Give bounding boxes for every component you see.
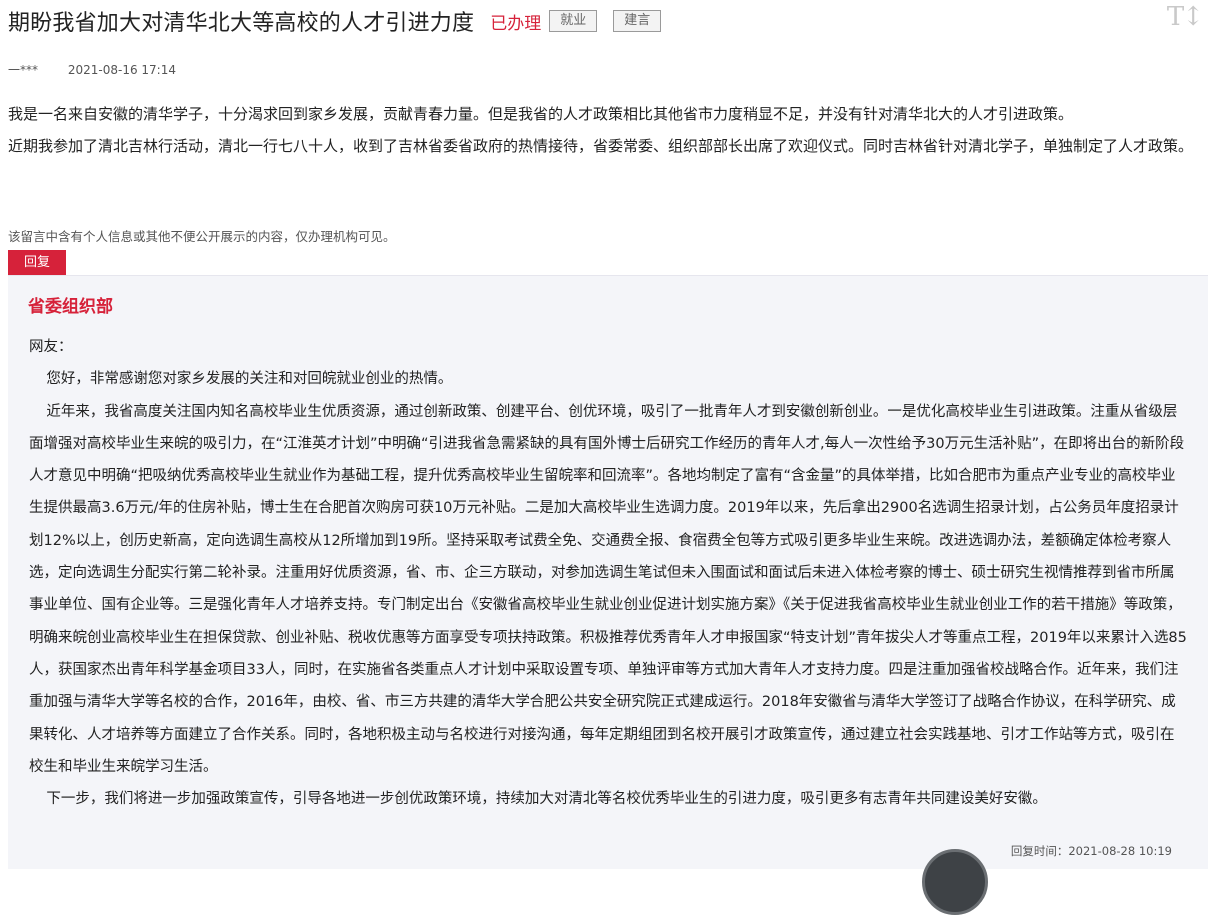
reply-time: 回复时间：2021-08-28 10:19 (1010, 844, 1172, 858)
tag-suggestion[interactable]: 建言 (613, 10, 662, 32)
reply-paragraph: 您好，非常感谢您对家乡发展的关注和对回皖就业创业的热情。 (46, 371, 453, 388)
message-paragraph: 近期我参加了清北吉林行活动，清北一行七八十人，收到了吉林省委省政府的热情接待，省… (8, 137, 1194, 155)
text-size-icon[interactable]: T↕ (1167, 2, 1204, 32)
privacy-notice: 该留言中含有个人信息或其他不便公开展示的内容，仅办理机构可见。 (8, 229, 396, 244)
reply-tab[interactable]: 回复 (8, 250, 66, 275)
reply-salutation: 网友： (29, 339, 73, 355)
floating-action-button[interactable] (922, 849, 988, 915)
reply-body: 网友： 您好，非常感谢您对家乡发展的关注和对回皖就业创业的热情。 近年来，我省高… (29, 331, 1188, 815)
message-content: 我是一名来自安徽的清华学子，十分渴求回到家乡发展，贡献青春力量。但是我省的人才政… (8, 98, 1210, 162)
tag-employment[interactable]: 就业 (549, 10, 598, 32)
reply-panel: 省委组织部 网友： 您好，非常感谢您对家乡发展的关注和对回皖就业创业的热情。 近… (8, 275, 1208, 869)
post-meta: 一*** 2021-08-16 17:14 (8, 61, 176, 78)
reply-department: 省委组织部 (28, 297, 113, 317)
status-badge: 已办理 (490, 13, 542, 34)
post-date: 2021-08-16 17:14 (67, 63, 176, 77)
page-title: 期盼我省加大对清华北大等高校的人才引进力度 (8, 11, 475, 36)
title-row: 期盼我省加大对清华北大等高校的人才引进力度 已办理 就业 建言 (8, 4, 1216, 38)
message-paragraph: 我是一名来自安徽的清华学子，十分渴求回到家乡发展，贡献青春力量。但是我省的人才政… (8, 105, 1074, 123)
reply-paragraph: 下一步，我们将进一步加强政策宣传，引导各地进一步创优政策环境，持续加大对清北等名… (46, 791, 1047, 808)
author-name: 一*** (8, 63, 39, 77)
reply-paragraph: 近年来，我省高度关注国内知名高校毕业生优质资源，通过创新政策、创建平台、创优环境… (29, 403, 1187, 775)
